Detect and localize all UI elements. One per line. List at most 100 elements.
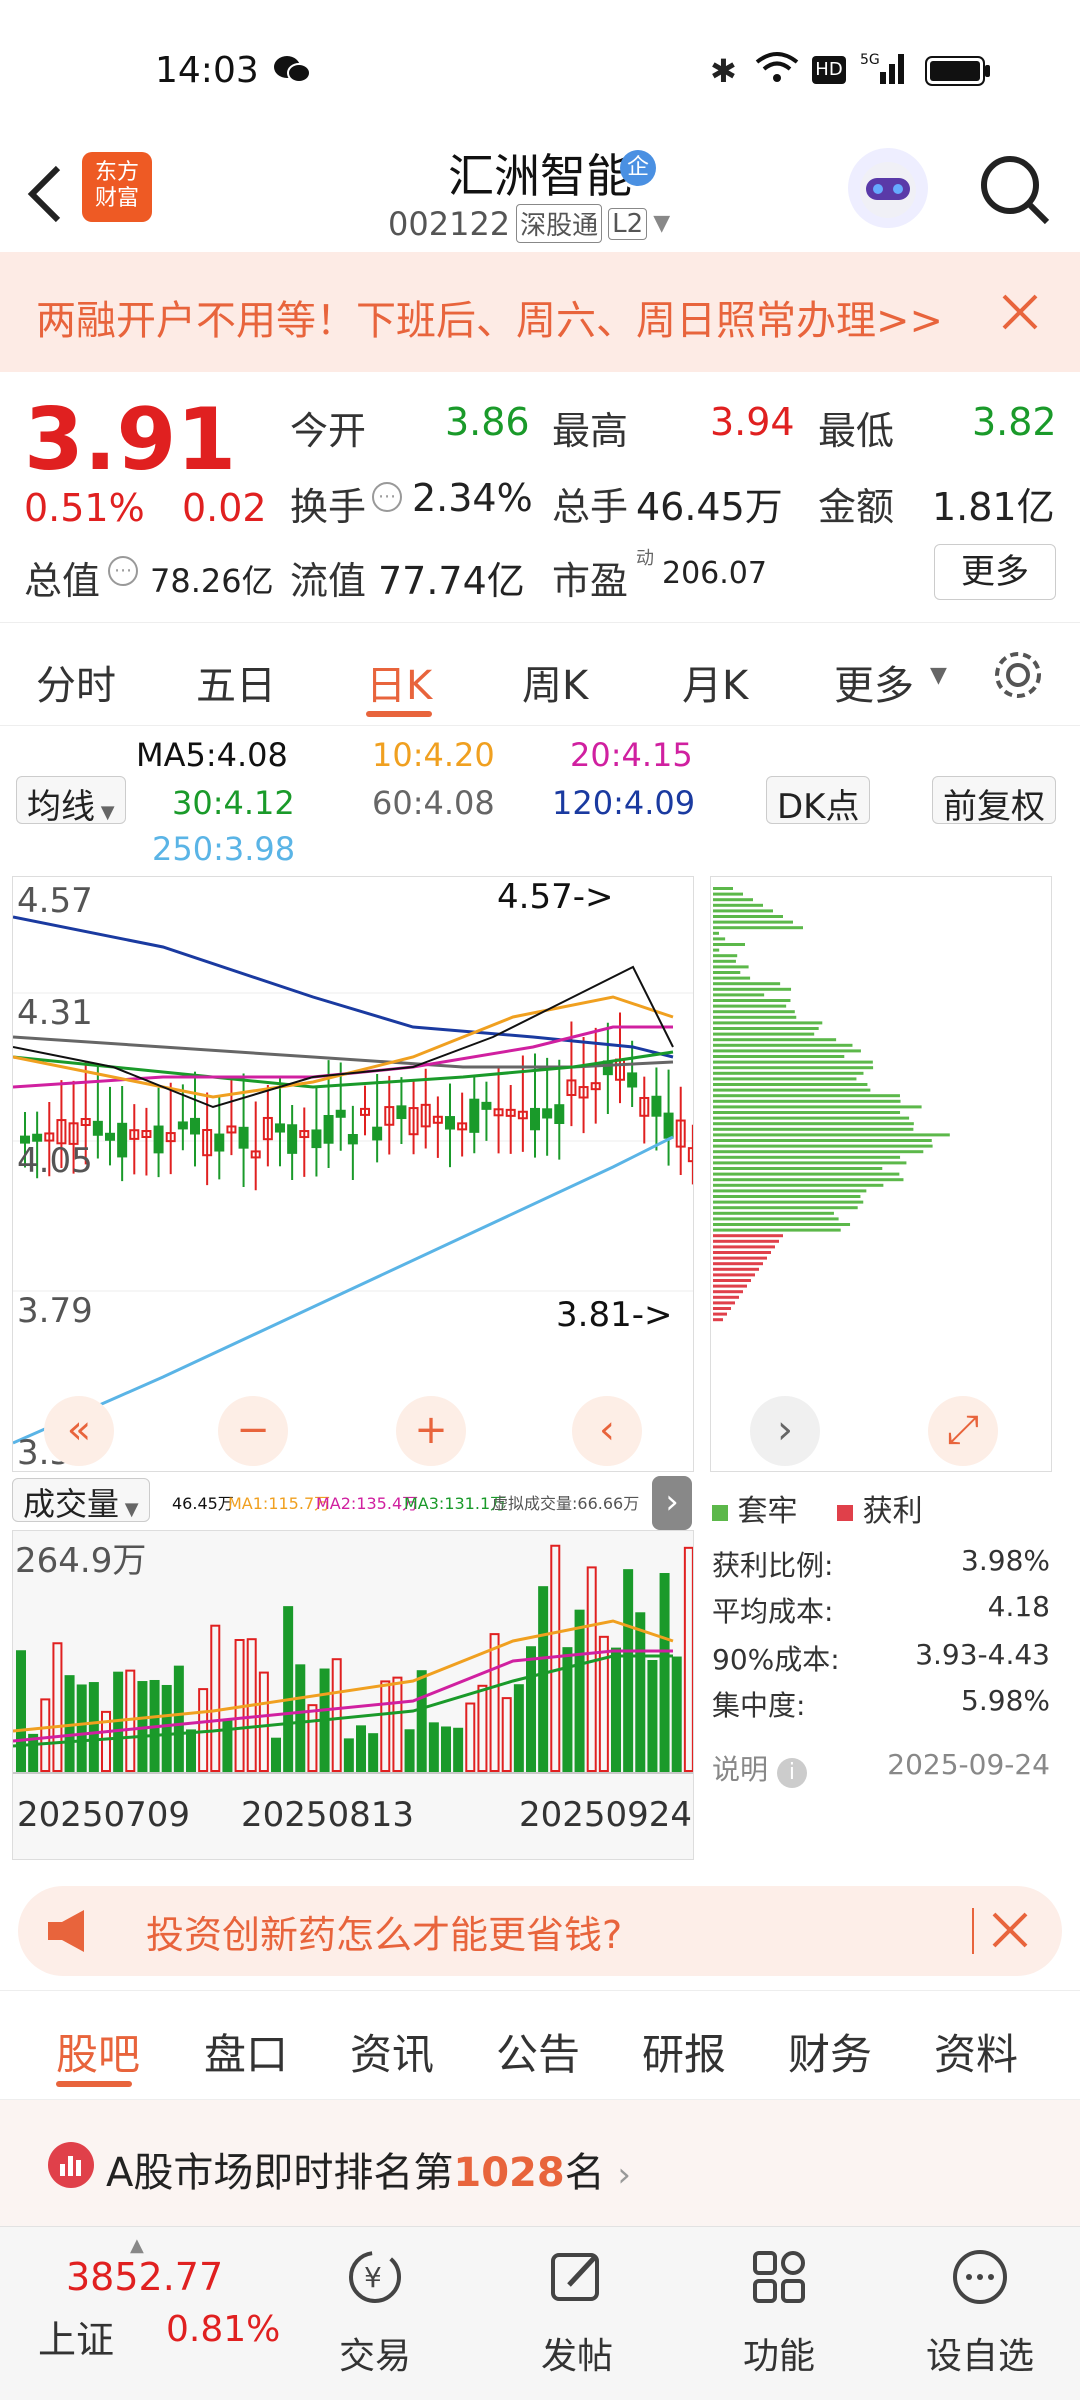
- kline-candle: [347, 1134, 358, 1145]
- more-button[interactable]: 更多: [934, 544, 1056, 600]
- scroll-left-fast-button[interactable]: «: [44, 1396, 114, 1466]
- close-icon[interactable]: [998, 290, 1042, 334]
- yen-exchange-icon: ¥: [345, 2247, 405, 2307]
- zoom-out-button[interactable]: −: [218, 1396, 288, 1466]
- chip-bar: [713, 943, 746, 946]
- back-button[interactable]: [20, 154, 70, 234]
- tab-weekly-k[interactable]: 周K: [522, 653, 588, 711]
- volume-bar: [356, 1725, 366, 1772]
- chip-bar: [713, 982, 781, 986]
- ma-selector[interactable]: 均线 ▼: [16, 776, 126, 827]
- close-icon[interactable]: [990, 1910, 1030, 1950]
- tab-intraday[interactable]: 分时: [36, 653, 116, 711]
- tab-research[interactable]: 研报: [642, 2021, 726, 2082]
- tab-news[interactable]: 资讯: [350, 2021, 434, 2082]
- tab-announcements[interactable]: 公告: [496, 2021, 580, 2082]
- expand-icon[interactable]: ⤢: [928, 1396, 998, 1466]
- price-adjust-button[interactable]: 前复权: [932, 776, 1056, 827]
- volume-header: 成交量 ▼ 46.45万 MA1:115.7万 MA2:135.4万 MA3:1…: [12, 1478, 694, 1524]
- zoom-in-button[interactable]: +: [396, 1396, 466, 1466]
- edit-icon: [547, 2247, 607, 2307]
- tab-order-book[interactable]: 盘口: [204, 2021, 288, 2082]
- chip-bar: [713, 1161, 907, 1165]
- nav-functions-label: 功能: [742, 2336, 815, 2377]
- stock-code-row[interactable]: 002122 深股通 L2 ▼: [388, 204, 670, 243]
- chip-bar: [713, 1144, 933, 1148]
- tab-more[interactable]: 更多: [834, 653, 914, 711]
- chip-bar: [713, 1295, 739, 1299]
- kline-candle: [530, 1107, 540, 1131]
- robot-assistant-icon[interactable]: [848, 148, 928, 228]
- chip-bar: [713, 987, 792, 991]
- chip-bar: [713, 1150, 924, 1154]
- chip-bar: [713, 1066, 874, 1070]
- kline-panel[interactable]: 4.57 4.31 4.05 3.79 3.53 4.57-> 3.81->: [12, 876, 698, 1473]
- volume-bar: [683, 1546, 694, 1772]
- info-icon[interactable]: ⋯: [108, 556, 138, 586]
- tab-monthly-k[interactable]: 月K: [682, 653, 748, 711]
- chip-bar: [713, 937, 726, 941]
- pe-value: 206.07: [662, 556, 767, 591]
- chip-bar: [713, 1312, 727, 1316]
- tab-five-day[interactable]: 五日: [196, 653, 276, 711]
- chip-bar: [713, 948, 720, 952]
- kline-candle: [663, 1112, 674, 1139]
- promo-text[interactable]: 两融开户不用等！下班后、周六、周日照常办理>>: [36, 288, 943, 346]
- chip-bar: [713, 1318, 723, 1322]
- rank-banner[interactable]: A股市场即时排名第1028名 ›: [0, 2100, 1080, 2226]
- chip-bar: [713, 1178, 904, 1182]
- nav-post-label: 发帖: [540, 2336, 613, 2377]
- volume-selector[interactable]: 成交量 ▼: [12, 1478, 150, 1523]
- index-ticker[interactable]: ▲ 3852.77 上证 0.81%: [0, 2227, 280, 2401]
- volume-bar: [258, 1671, 269, 1772]
- chip-bar: [713, 1155, 901, 1159]
- chip-bar: [713, 1273, 755, 1277]
- ma30-value: 30:4.12: [172, 784, 295, 822]
- volume-bar: [210, 1624, 221, 1772]
- index-change: 0.81%: [166, 2309, 281, 2350]
- open-value: 3.86: [445, 400, 530, 444]
- ad-banner[interactable]: 投资创新药怎么才能更省钱?: [18, 1886, 1062, 1976]
- rank-number: 1028: [453, 2150, 565, 2196]
- battery-icon: [925, 56, 991, 86]
- volume-bar: [526, 1646, 536, 1772]
- chip-bar: [713, 1301, 735, 1305]
- scroll-right-button[interactable]: ›: [750, 1396, 820, 1466]
- volume-ma-line: [12, 1619, 674, 1733]
- chart-period-tabs: 分时 五日 日K 周K 月K 更多 ▼: [0, 622, 1080, 726]
- tab-forum[interactable]: 股吧: [56, 2021, 140, 2082]
- chip-distribution-panel[interactable]: [710, 876, 1052, 1472]
- chip-bar: [713, 1228, 841, 1232]
- profit-ratio-value: 3.98%: [961, 1544, 1050, 1577]
- moving-average-legend: 均线 ▼ MA5:4.08 10:4.20 20:4.15 30:4.12 60…: [0, 726, 1080, 876]
- chip-bar: [713, 965, 749, 969]
- volume-panel[interactable]: 264.9万 20250709 20250813 20250924: [12, 1530, 694, 1860]
- gear-icon[interactable]: [990, 647, 1046, 703]
- index-value: 3852.77: [66, 2255, 224, 2299]
- expand-panel-button[interactable]: ›: [652, 1476, 692, 1530]
- kline-candle: [177, 1121, 188, 1130]
- chevron-down-icon: ▼: [930, 663, 947, 688]
- tab-profile[interactable]: 资料: [934, 2021, 1018, 2082]
- chip-bar: [713, 1223, 851, 1226]
- ma-selector-label: 均线: [27, 787, 95, 827]
- scroll-left-button[interactable]: ‹: [572, 1396, 642, 1466]
- ad-text[interactable]: 投资创新药怎么才能更省钱?: [146, 1904, 622, 1959]
- chip-bar: [713, 1004, 787, 1008]
- volume-bar: [586, 1566, 597, 1772]
- nav-trade-label: 交易: [338, 2336, 411, 2377]
- volume-bar: [343, 1738, 354, 1772]
- chevron-right-icon: ›: [617, 2155, 632, 2195]
- turnover-label: 换手: [290, 485, 367, 529]
- concentration-label: 集中度:: [712, 1689, 806, 1722]
- volume-label: 总手: [552, 485, 629, 529]
- tab-financials[interactable]: 财务: [788, 2021, 872, 2082]
- dk-point-button[interactable]: DK点: [766, 776, 871, 827]
- chip-note-row[interactable]: 说明 i: [712, 1748, 807, 1788]
- promo-banner[interactable]: 两融开户不用等！下班后、周六、周日照常办理>>: [0, 252, 1080, 372]
- svg-text:5G: 5G: [860, 52, 880, 68]
- search-icon[interactable]: [975, 150, 1055, 230]
- info-icon[interactable]: ⋯: [372, 482, 402, 512]
- chip-bar: [713, 1279, 751, 1282]
- tab-daily-k[interactable]: 日K: [366, 653, 432, 711]
